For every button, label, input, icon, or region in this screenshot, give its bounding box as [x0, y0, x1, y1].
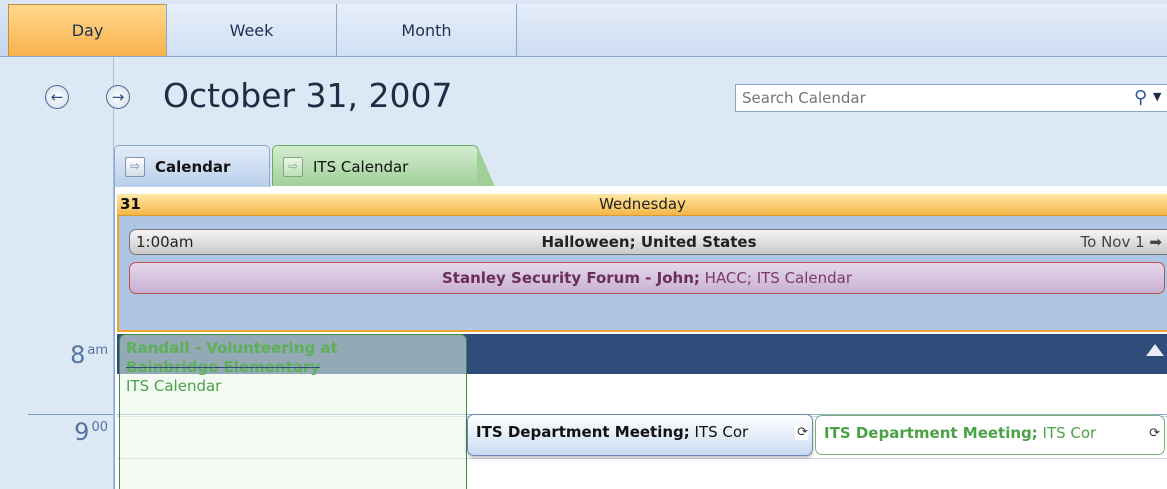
next-day-button[interactable]: →: [106, 85, 130, 109]
day-header: 31 Wednesday: [117, 194, 1167, 216]
event-its-department-meeting[interactable]: ITS Department Meeting; ITS Cor ⟳: [467, 414, 813, 456]
event-detail: ITS Cor: [1037, 424, 1097, 442]
recurring-icon: ⟳: [1147, 426, 1160, 441]
tab-calendar[interactable]: ⇨ Calendar: [114, 145, 270, 187]
tab-calendar-label: Calendar: [155, 157, 231, 176]
tab-month[interactable]: Month: [337, 4, 517, 56]
left-arrow-icon: ←: [50, 88, 64, 106]
event-subject: Randall - Volunteering at: [126, 339, 338, 357]
tab-week[interactable]: Week: [167, 4, 337, 56]
event-calendar-name: ITS Calendar: [126, 377, 222, 395]
all-day-event-halloween[interactable]: 1:00am Halloween; United States To Nov 1…: [129, 229, 1167, 255]
weekday-label: Wednesday: [599, 195, 686, 213]
search-options-dropdown-icon[interactable]: ▼: [1153, 90, 1161, 103]
event-its-department-meeting-its-calendar[interactable]: ITS Department Meeting; ITS Cor ⟳: [815, 415, 1165, 455]
all-day-event-security-forum[interactable]: Stanley Security Forum - John; HACC; ITS…: [129, 262, 1165, 294]
time-label-9am: 9 00: [22, 418, 112, 446]
collapse-up-icon[interactable]: [1146, 344, 1164, 356]
tab-its-calendar[interactable]: ⇨ ITS Calendar: [272, 145, 495, 187]
search-icon[interactable]: ⚲: [1134, 87, 1147, 108]
overlay-arrow-icon[interactable]: ⇨: [125, 156, 145, 177]
date-title: October 31, 2007: [163, 76, 453, 115]
event-subject: Stanley Security Forum - John;: [441, 269, 700, 287]
search-input[interactable]: [735, 84, 1167, 112]
tab-bar-filler: [517, 4, 1167, 56]
recurring-icon: ⟳: [795, 425, 808, 440]
hour-divider: [28, 414, 113, 415]
event-subject-continued: Bainbridge Elementary: [126, 358, 321, 376]
time-label-8am: 8 am: [22, 341, 112, 369]
hour-suffix: 00: [91, 420, 108, 435]
view-tab-bar: Day Week Month: [0, 0, 1167, 57]
event-continues-label: To Nov 1 ➡: [1080, 233, 1162, 251]
hour-number: 9: [74, 418, 90, 446]
event-subject: Halloween; United States: [541, 233, 757, 251]
overlay-arrow-icon[interactable]: ⇨: [283, 156, 303, 177]
event-subject: ITS Department Meeting;: [824, 424, 1038, 442]
event-volunteering[interactable]: Randall - Volunteering at Bainbridge Ele…: [119, 334, 467, 489]
hour-number: 8: [70, 341, 86, 369]
tab-its-calendar-label: ITS Calendar: [313, 157, 409, 176]
time-gutter: 8 am 9 00: [8, 57, 114, 489]
tab-day[interactable]: Day: [8, 4, 167, 56]
day-panel: 31 Wednesday 1:00am Halloween; United St…: [114, 186, 1167, 489]
hour-suffix: am: [87, 343, 108, 358]
event-detail: ITS Cor: [689, 423, 749, 441]
event-subject: ITS Department Meeting;: [476, 423, 690, 441]
previous-day-button[interactable]: ←: [45, 85, 69, 109]
right-arrow-icon: →: [111, 88, 125, 106]
event-detail: HACC; ITS Calendar: [699, 269, 853, 287]
